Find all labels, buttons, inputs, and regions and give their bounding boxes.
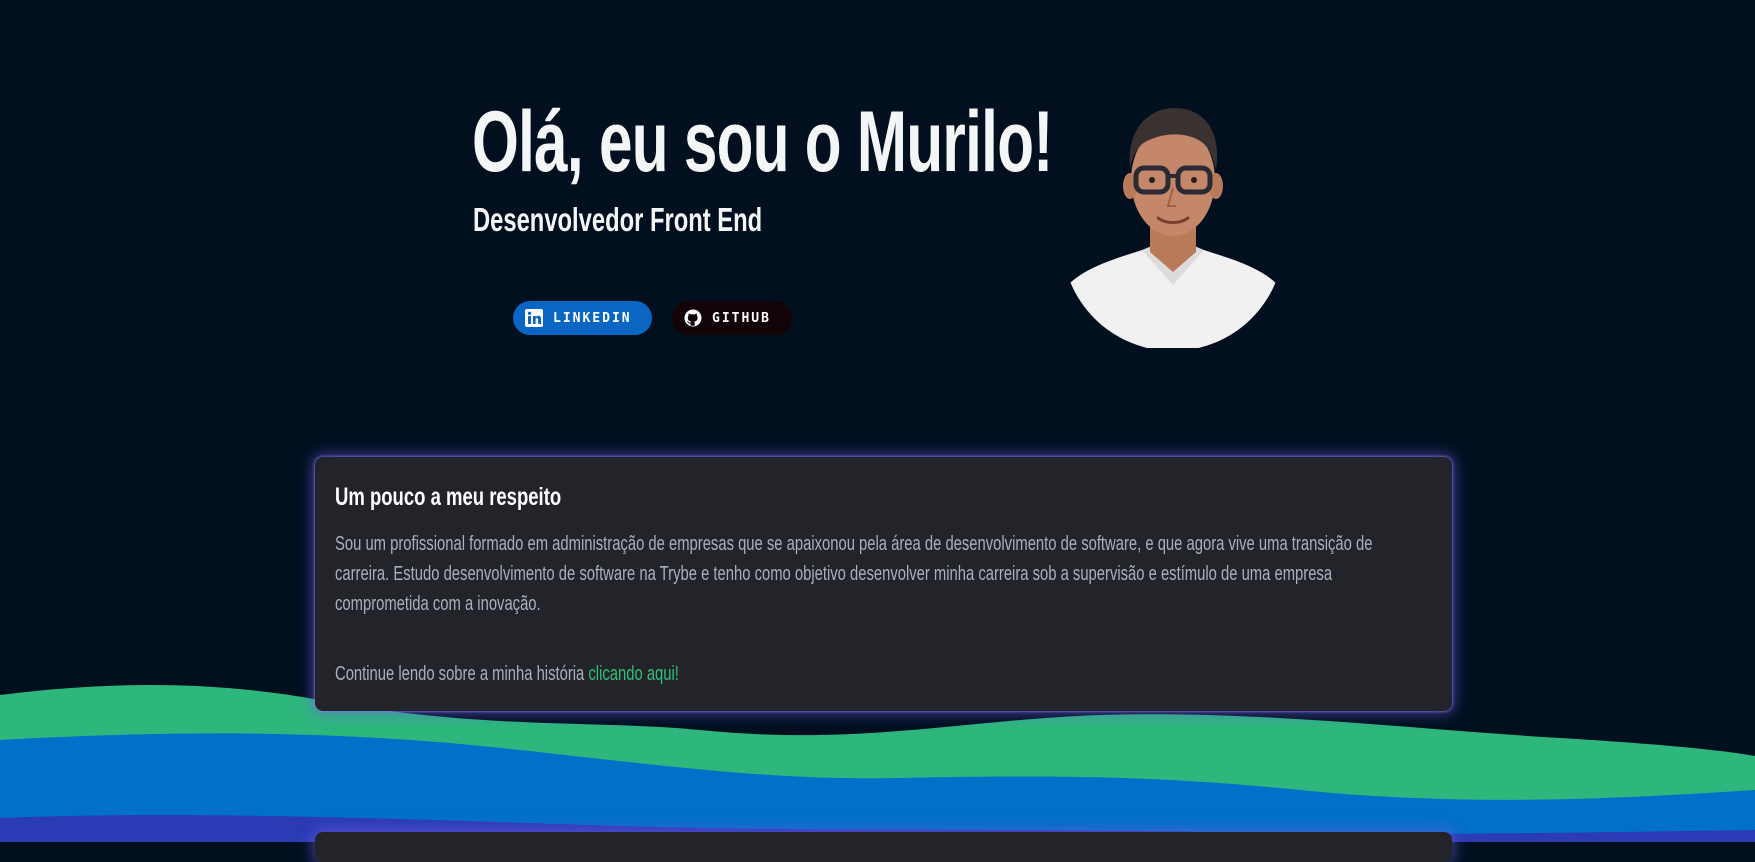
about-card: Um pouco a meu respeito Sou um profissio… <box>315 457 1452 711</box>
github-icon <box>684 309 702 327</box>
github-button[interactable]: GITHUB <box>672 301 792 335</box>
hero-subtitle: Desenvolvedor Front End <box>473 201 763 238</box>
profile-photo <box>1062 100 1284 348</box>
hero-section: Olá, eu sou o Murilo! Desenvolvedor Fron… <box>0 0 1755 400</box>
linkedin-icon <box>525 309 543 327</box>
github-label: GITHUB <box>712 310 771 326</box>
about-more-text: Continue lendo sobre a minha história cl… <box>335 659 679 689</box>
about-title: Um pouco a meu respeito <box>335 483 562 511</box>
about-more-prefix: Continue lendo sobre a minha história <box>335 663 589 685</box>
next-section-card <box>315 832 1452 862</box>
read-more-link[interactable]: clicando aqui! <box>588 663 679 685</box>
about-paragraph: Sou um profissional formado em administr… <box>335 533 1373 615</box>
hero-title: Olá, eu sou o Murilo! <box>472 94 1053 190</box>
linkedin-label: LINKEDIN <box>553 310 632 326</box>
linkedin-button[interactable]: LINKEDIN <box>513 301 652 335</box>
